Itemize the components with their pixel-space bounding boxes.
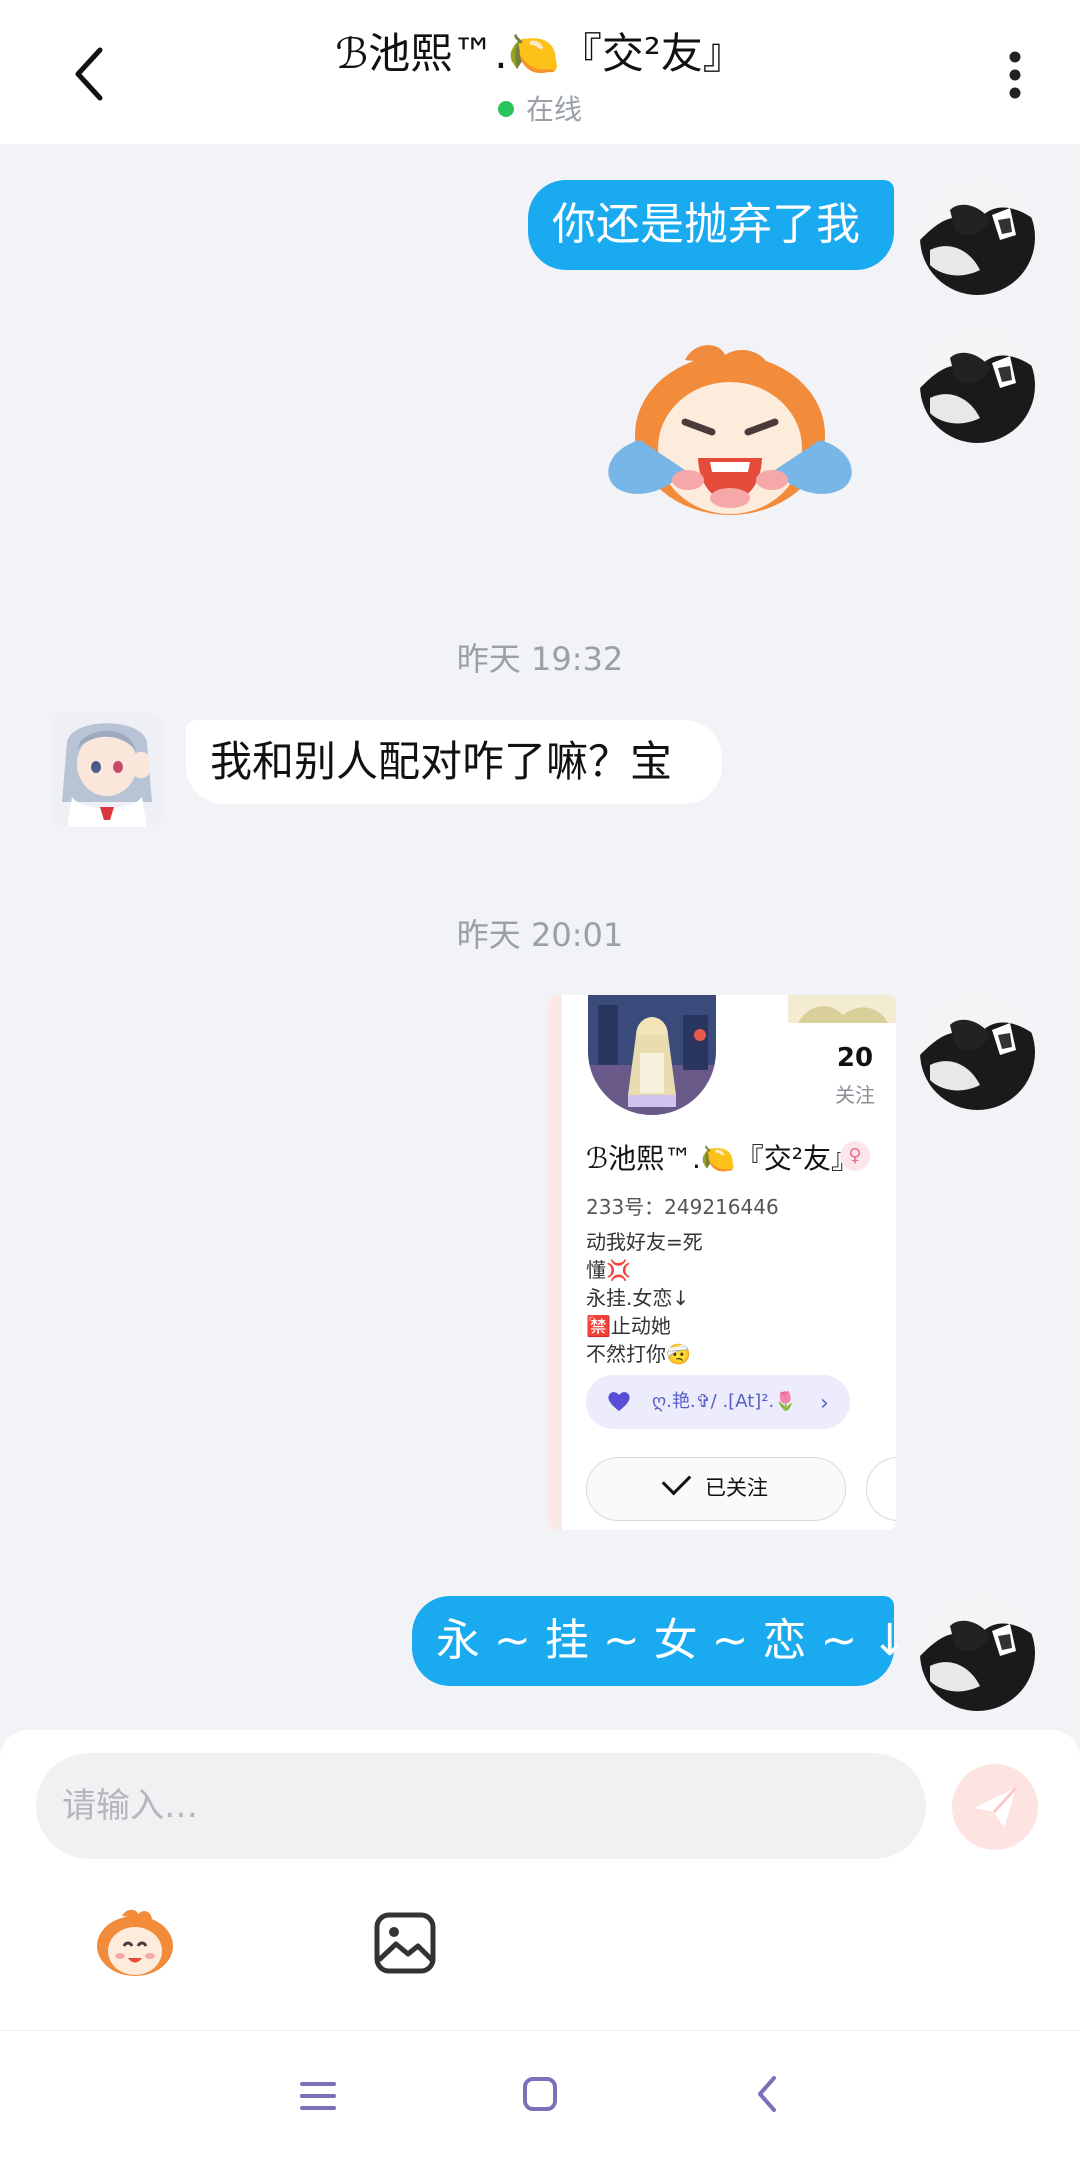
- image-icon: [374, 1912, 436, 1974]
- message-bubble-outgoing[interactable]: 你还是抛弃了我: [528, 180, 894, 270]
- message-timestamp: 昨天 19:32: [456, 640, 624, 678]
- followed-button[interactable]: 已关注: [586, 1457, 846, 1521]
- contact-avatar[interactable]: [52, 712, 162, 827]
- send-icon: [974, 1786, 1018, 1828]
- my-avatar[interactable]: [920, 1596, 1035, 1711]
- sticker-button[interactable]: [92, 1908, 178, 1978]
- message-timestamp: 昨天 20:01: [456, 916, 624, 954]
- my-avatar-image: [920, 995, 1035, 1110]
- bio-line: 懂💢: [586, 1258, 631, 1282]
- card-bio: 动我好友=死 懂💢 永挂.女恋↓ 🈲止动她 不然打你🤕: [586, 1228, 703, 1368]
- message-bubble-outgoing[interactable]: 永 ~ 挂 ~ 女 ~ 恋 ~ ↓ ~: [412, 1596, 959, 1686]
- bio-line: 永挂.女恋↓: [586, 1286, 690, 1310]
- online-status-label: 在线: [525, 93, 582, 126]
- online-dot-icon: [497, 101, 514, 117]
- my-avatar[interactable]: [920, 328, 1035, 443]
- crying-monkey-sticker-icon: [608, 345, 852, 515]
- more-vertical-icon: [1009, 51, 1021, 99]
- monkey-emoji-icon: [97, 1909, 173, 1976]
- card-profile-name: ℬ池熙™.🍋『交²友』: [586, 1142, 860, 1175]
- bio-line: 动我好友=死: [586, 1230, 703, 1254]
- card-banner-image: [788, 995, 896, 1023]
- contact-name: ℬ池熙™.🍋『交²友』: [335, 29, 745, 78]
- check-icon: [661, 1465, 692, 1496]
- menu-icon: [300, 2082, 336, 2110]
- online-status: 在线: [190, 88, 890, 128]
- profile-card-message[interactable]: 20 关注 ℬ池熙™.🍋『交²友』 ♀ 233号：249216446 动我好友=…: [548, 995, 896, 1530]
- my-avatar[interactable]: [920, 180, 1035, 295]
- card-user-id: 233号：249216446: [586, 1195, 779, 1219]
- card-banner-art: [788, 995, 896, 1023]
- back-arrow-icon: [75, 47, 103, 101]
- system-back-button[interactable]: [752, 2074, 782, 2114]
- follow-count-label: 关注: [835, 1083, 875, 1107]
- follow-count: 20: [836, 1043, 874, 1073]
- followed-button-label: 已关注: [705, 1476, 768, 1500]
- back-button[interactable]: [60, 44, 120, 104]
- image-picker-button[interactable]: [372, 1910, 438, 1976]
- female-gender-icon: ♀: [840, 1141, 870, 1171]
- back-chevron-icon: [758, 2076, 776, 2112]
- my-avatar-image: [920, 180, 1035, 295]
- my-avatar-image: [920, 328, 1035, 443]
- card-edge-decoration: [548, 995, 562, 1530]
- card-avatar-image: [588, 995, 716, 1115]
- message-bubble-incoming[interactable]: 我和别人配对咋了嘛？宝: [186, 720, 722, 804]
- send-button[interactable]: [952, 1764, 1038, 1850]
- bio-line: 🈲止动她: [586, 1314, 671, 1338]
- message-input[interactable]: [36, 1753, 926, 1859]
- bio-line: 不然打你🤕: [586, 1342, 691, 1366]
- my-avatar-image: [920, 1596, 1035, 1711]
- crying-sticker[interactable]: [600, 340, 860, 540]
- card-profile-avatar: [588, 995, 716, 1115]
- heart-icon: [608, 1392, 630, 1411]
- home-square-icon: [523, 2077, 557, 2111]
- my-avatar[interactable]: [920, 995, 1035, 1110]
- card-secondary-button[interactable]: [866, 1457, 896, 1521]
- chevron-right-icon: ›: [820, 1391, 829, 1416]
- recent-apps-button[interactable]: [298, 2078, 338, 2114]
- home-button[interactable]: [522, 2076, 558, 2112]
- contact-avatar-image: [52, 712, 162, 827]
- more-options-button[interactable]: [995, 45, 1035, 105]
